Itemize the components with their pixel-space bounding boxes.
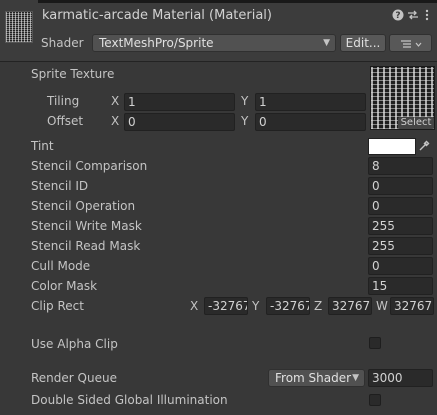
tiling-y-field[interactable]: 1 [255,93,366,111]
render-queue-dropdown[interactable]: From Shader ▼ [268,369,365,387]
tint-label: Tint [31,139,54,153]
svg-text:?: ? [395,11,400,21]
tiling-label: Tiling [47,94,80,108]
render-queue-field[interactable]: 3000 [368,369,433,387]
stencil-write-mask-field[interactable]: 255 [368,217,433,235]
chevron-down-icon: ▼ [352,373,359,383]
offset-x-label: X [111,114,120,128]
help-icon[interactable]: ? [392,9,404,21]
tiling-y-label: Y [241,94,249,108]
offset-y-label: Y [241,114,249,128]
double-sided-gi-checkbox[interactable] [369,394,381,406]
clip-rect-z-field[interactable]: 32767 [328,297,372,315]
use-alpha-clip-label: Use Alpha Clip [31,337,118,351]
offset-y-field[interactable]: 0 [255,113,366,131]
render-queue-dropdown-value: From Shader [275,371,352,385]
edit-shader-button[interactable]: Edit... [340,34,386,52]
cull-mode-field[interactable]: 0 [368,257,433,275]
stencil-read-mask-label: Stencil Read Mask [31,239,141,253]
stencil-write-mask-label: Stencil Write Mask [31,219,142,233]
stencil-id-field[interactable]: 0 [368,177,433,195]
eyedropper-icon[interactable] [418,139,431,152]
stencil-read-mask-field[interactable]: 255 [368,237,433,255]
stencil-id-label: Stencil ID [31,179,89,193]
clip-rect-label: Clip Rect [31,299,84,313]
color-mask-label: Color Mask [31,279,98,293]
clip-rect-x-label: X [190,299,199,313]
shader-dropdown[interactable]: TextMeshPro/Sprite ▼ [92,34,336,52]
clip-rect-z-label: Z [314,299,323,313]
double-sided-gi-label: Double Sided Global Illumination [31,393,228,407]
more-icon[interactable] [421,9,433,21]
chevron-down-icon: ▼ [323,38,330,48]
texture-select-button[interactable]: Select [398,117,434,129]
material-preview-icon [5,11,33,43]
clip-rect-x-field[interactable]: -32767 [204,297,248,315]
stencil-operation-label: Stencil Operation [31,199,136,213]
tiling-x-field[interactable]: 1 [124,93,235,111]
stencil-comparison-field[interactable]: 8 [368,157,433,175]
clip-rect-w-label: W [376,299,388,313]
material-title: karmatic-arcade Material (Material) [42,8,272,23]
preset-icon[interactable] [407,9,419,21]
color-mask-field[interactable]: 15 [368,277,433,295]
offset-x-field[interactable]: 0 [124,113,235,131]
list-menu-button[interactable] [389,34,432,52]
offset-label: Offset [47,114,84,128]
stencil-comparison-label: Stencil Comparison [31,159,148,173]
sprite-texture-label: Sprite Texture [31,67,115,81]
cull-mode-label: Cull Mode [31,259,91,273]
render-queue-label: Render Queue [31,371,117,385]
clip-rect-y-label: Y [252,299,260,313]
tint-color-field[interactable] [368,138,416,155]
list-menu-icon [400,39,421,48]
use-alpha-clip-checkbox[interactable] [369,337,381,349]
stencil-operation-field[interactable]: 0 [368,197,433,215]
clip-rect-y-field[interactable]: -32767 [266,297,310,315]
clip-rect-w-field[interactable]: 32767 [390,297,434,315]
tiling-x-label: X [111,94,120,108]
shader-label: Shader [41,36,84,50]
shader-dropdown-value: TextMeshPro/Sprite [99,36,214,50]
